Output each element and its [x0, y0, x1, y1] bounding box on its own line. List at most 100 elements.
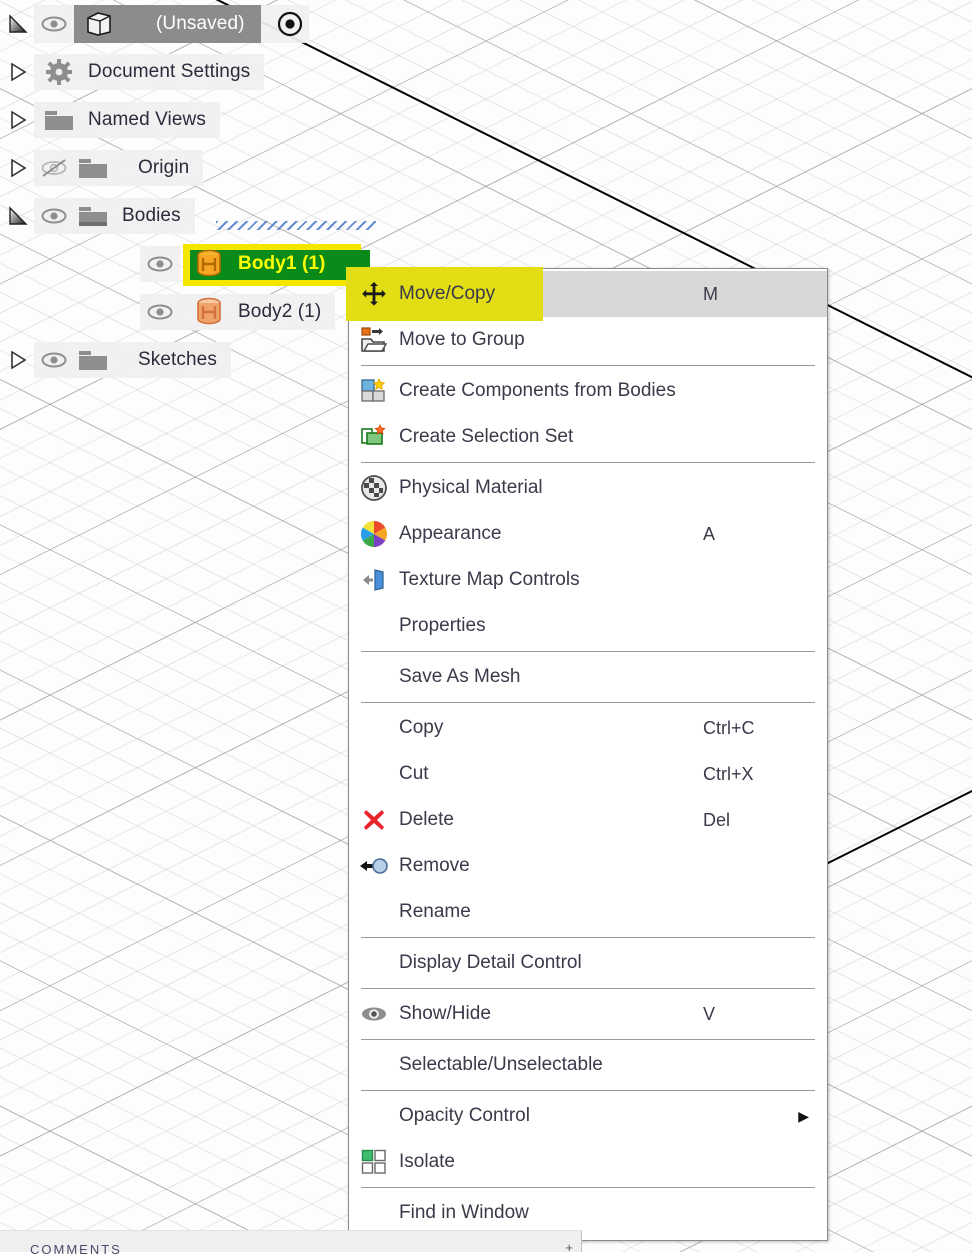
body-context-menu[interactable]: Move/Copy M Move to Group Create Compone…	[346, 267, 828, 1241]
bodies-squiggle-underline	[216, 221, 376, 230]
visibility-eye-icon[interactable]	[140, 294, 180, 330]
menu-label: Texture Map Controls	[399, 569, 580, 590]
tree-label-origin: Origin	[138, 157, 190, 178]
delete-x-icon	[349, 808, 399, 832]
tree-row-named-views[interactable]: Named Views	[0, 96, 420, 144]
menu-label: Create Components from Bodies	[399, 380, 676, 401]
menu-item-remove[interactable]: Remove	[349, 843, 827, 889]
menu-item-move-copy[interactable]: Move/Copy M	[346, 267, 827, 321]
tree-label-named-views: Named Views	[88, 109, 206, 130]
menu-label: Copy	[399, 717, 444, 738]
menu-item-selectable-unselectable[interactable]: Selectable/Unselectable	[349, 1042, 827, 1088]
menu-item-physical-material[interactable]: Physical Material	[349, 465, 827, 511]
menu-label: Isolate	[399, 1151, 455, 1172]
visibility-eye-hidden-icon[interactable]	[34, 150, 74, 186]
menu-separator	[361, 1187, 815, 1188]
menu-label: Save As Mesh	[399, 666, 521, 687]
menu-label: Create Selection Set	[399, 426, 574, 447]
menu-label: Display Detail Control	[399, 952, 582, 973]
tree-label-sketches: Sketches	[138, 349, 217, 370]
comments-panel[interactable]: COMMENTS +	[0, 1230, 582, 1257]
menu-label: Cut	[399, 763, 429, 784]
expander-expanded-icon[interactable]	[0, 0, 34, 48]
move-to-group-icon	[349, 327, 399, 353]
visibility-eye-icon[interactable]	[34, 6, 74, 42]
menu-separator	[361, 462, 815, 463]
menu-shortcut: M	[703, 283, 718, 304]
body-solid-icon	[190, 246, 228, 282]
menu-label: Move/Copy	[399, 283, 496, 304]
folder-bodies-icon	[74, 198, 112, 234]
menu-shortcut: V	[703, 1003, 716, 1024]
menu-shortcut: Del	[703, 809, 731, 830]
menu-item-texture-map-controls[interactable]: Texture Map Controls	[349, 557, 827, 603]
menu-shortcut: A	[703, 523, 716, 544]
expander-collapsed-icon[interactable]	[0, 336, 34, 384]
menu-item-rename[interactable]: Rename	[349, 889, 827, 935]
menu-label: Find in Window	[399, 1202, 529, 1223]
tree-label-document-settings: Document Settings	[88, 61, 251, 82]
target-dot-icon[interactable]	[271, 6, 309, 42]
menu-item-properties[interactable]: Properties	[349, 603, 827, 649]
menu-separator	[361, 702, 815, 703]
tree-row-document-settings[interactable]: Document Settings	[0, 48, 420, 96]
appearance-color-wheel-icon	[349, 520, 399, 548]
menu-item-show-hide[interactable]: Show/Hide V	[349, 991, 827, 1037]
menu-item-isolate[interactable]: Isolate	[349, 1139, 827, 1185]
menu-shortcut: Ctrl+C	[703, 717, 755, 738]
submenu-arrow-icon: ▶	[798, 1107, 809, 1124]
visibility-eye-icon[interactable]	[34, 198, 74, 234]
menu-item-cut[interactable]: Cut Ctrl+X	[349, 751, 827, 797]
menu-item-opacity-control[interactable]: Opacity Control ▶	[349, 1093, 827, 1139]
menu-separator	[361, 651, 815, 652]
body-solid-icon	[190, 294, 228, 330]
menu-item-create-components-from-bodies[interactable]: Create Components from Bodies	[349, 368, 827, 414]
folder-icon	[74, 150, 112, 186]
isolate-grid-icon	[349, 1149, 399, 1175]
menu-label: Properties	[399, 615, 486, 636]
menu-label: Selectable/Unselectable	[399, 1054, 603, 1075]
remove-icon	[349, 856, 399, 876]
menu-label: Opacity Control	[399, 1105, 530, 1126]
create-components-icon	[349, 378, 399, 404]
tree-label-body2: Body2 (1)	[238, 301, 322, 322]
menu-item-delete[interactable]: Delete Del	[349, 797, 827, 843]
menu-item-appearance[interactable]: Appearance A	[349, 511, 827, 557]
menu-label: Delete	[399, 809, 454, 830]
gear-icon	[40, 54, 78, 90]
menu-item-move-to-group[interactable]: Move to Group	[349, 317, 827, 363]
tree-label-root: (Unsaved)	[156, 13, 245, 34]
document-cube-icon	[80, 6, 118, 42]
menu-item-copy[interactable]: Copy Ctrl+C	[349, 705, 827, 751]
comments-title: COMMENTS	[30, 1242, 122, 1257]
menu-separator	[361, 1039, 815, 1040]
texture-map-icon	[349, 567, 399, 593]
move-arrows-icon	[349, 281, 399, 307]
visibility-eye-icon[interactable]	[34, 342, 74, 378]
expander-collapsed-icon[interactable]	[0, 144, 34, 192]
menu-separator	[361, 937, 815, 938]
tree-label-body1: Body1 (1)	[238, 253, 326, 274]
expander-collapsed-icon[interactable]	[0, 48, 34, 96]
menu-item-display-detail-control[interactable]: Display Detail Control	[349, 940, 827, 986]
visibility-eye-icon[interactable]	[140, 246, 180, 282]
menu-label: Move to Group	[399, 329, 525, 350]
tree-row-origin[interactable]: Origin	[0, 144, 420, 192]
physical-material-icon	[349, 474, 399, 502]
tree-row-bodies[interactable]: Bodies	[0, 192, 420, 240]
expander-expanded-icon[interactable]	[0, 192, 34, 240]
eye-icon	[349, 1005, 399, 1023]
expander-collapsed-icon[interactable]	[0, 96, 34, 144]
menu-label: Show/Hide	[399, 1003, 491, 1024]
menu-label: Physical Material	[399, 477, 543, 498]
menu-separator	[361, 988, 815, 989]
comments-collapse-button[interactable]: +	[565, 1240, 573, 1255]
tree-row-root[interactable]: (Unsaved)	[0, 0, 420, 48]
menu-item-create-selection-set[interactable]: Create Selection Set	[349, 414, 827, 460]
tree-label-bodies: Bodies	[122, 205, 181, 226]
menu-label: Rename	[399, 901, 471, 922]
menu-separator	[361, 365, 815, 366]
folder-icon	[40, 102, 78, 138]
root-document-chip[interactable]: (Unsaved)	[74, 5, 261, 43]
menu-item-save-as-mesh[interactable]: Save As Mesh	[349, 654, 827, 700]
